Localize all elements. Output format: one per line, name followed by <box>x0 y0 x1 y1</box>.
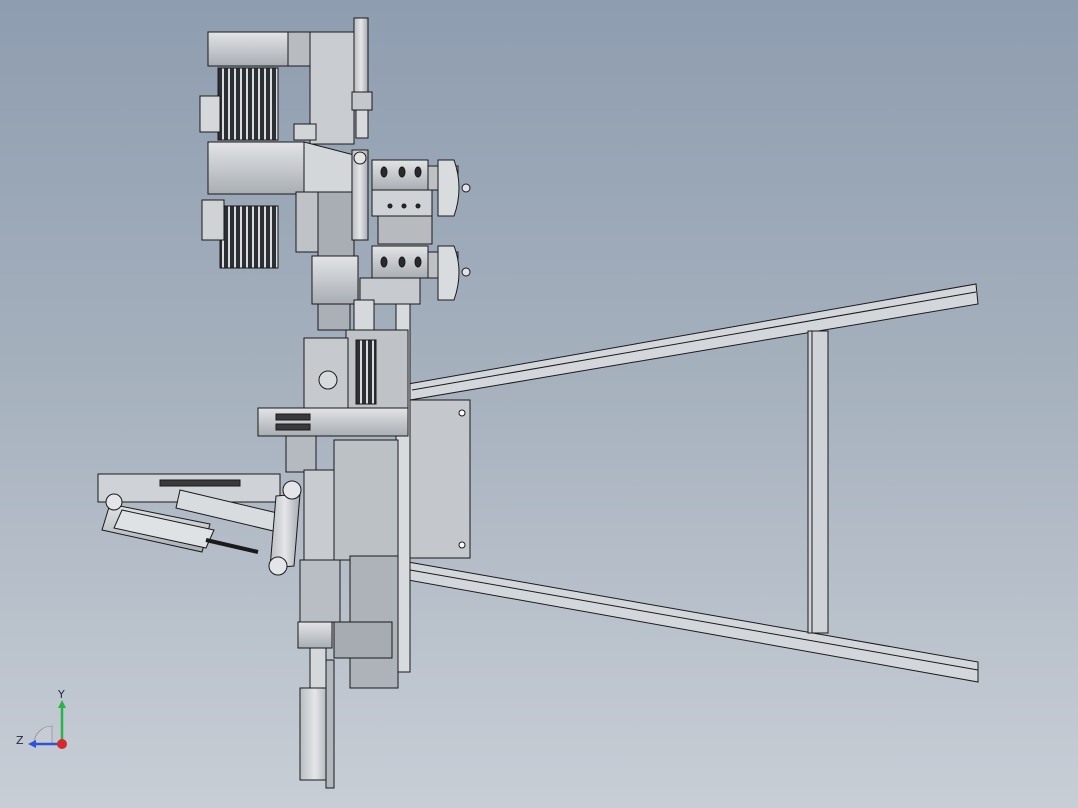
y-axis-label: Y <box>57 688 65 701</box>
clamp-block-upper[interactable] <box>371 159 471 245</box>
z-axis-label: Z <box>16 734 24 747</box>
graphics-viewport[interactable]: Y Z <box>0 0 1078 808</box>
motor-gearbox-assembly[interactable] <box>199 31 359 269</box>
frame-crossbar[interactable] <box>807 330 829 634</box>
cad-model[interactable] <box>0 0 1078 808</box>
coordinate-triad: Y Z <box>16 688 67 749</box>
vertical-spindle[interactable] <box>351 17 373 241</box>
horizontal-frame-rails[interactable] <box>407 283 979 683</box>
